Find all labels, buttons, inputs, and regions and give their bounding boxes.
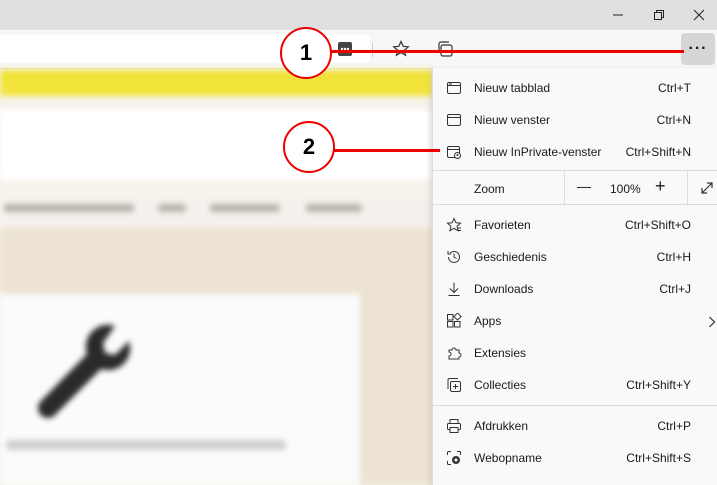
menu-item-collections[interactable]: Collecties Ctrl+Shift+Y [433,368,717,400]
menu-item-downloads[interactable]: Downloads Ctrl+J [433,272,717,304]
menu-item-shortcut: Ctrl+N [656,113,691,127]
menu-item-label: Geschiedenis [474,250,547,264]
menu-item-history[interactable]: Geschiedenis Ctrl+H [433,240,717,272]
new-window-icon [445,111,463,129]
page-card-text [6,440,286,450]
menu-item-label: Apps [474,314,502,328]
zoom-separator [687,171,688,204]
page-nav [0,194,432,226]
settings-menu: Nieuw tabblad Ctrl+T Nieuw venster Ctrl+… [432,68,717,485]
settings-more-button[interactable]: ··· [681,33,715,65]
favorites-star-icon[interactable] [388,36,414,62]
download-icon [445,280,463,298]
menu-item-label: Collecties [474,378,527,392]
zoom-label: Zoom [474,182,505,196]
minimize-icon[interactable] [600,0,636,30]
menu-item-apps[interactable]: Apps [433,304,717,336]
fullscreen-icon[interactable] [699,180,715,199]
menu-item-extensions[interactable]: Extensies [433,336,717,368]
menu-item-label: Afdrukken [474,419,529,433]
zoom-row: Zoom — 100% + [433,171,717,204]
page-header [0,110,432,180]
menu-item-new-window[interactable]: Nieuw venster Ctrl+N [433,103,717,135]
web-capture-icon [445,449,463,467]
menu-item-label: Extensies [474,346,527,360]
menu-item-new-tab[interactable]: Nieuw tabblad Ctrl+T [433,71,717,103]
extensions-icon [445,344,463,362]
page-card [0,294,360,485]
inprivate-icon [445,143,463,161]
menu-item-shortcut: Ctrl+H [656,250,691,264]
new-tab-icon [445,79,463,97]
menu-item-shortcut: Ctrl+Shift+S [626,451,691,465]
menu-item-new-inprivate[interactable]: Nieuw InPrivate-venster Ctrl+Shift+N [433,135,717,167]
zoom-in-button[interactable]: + [655,176,666,197]
zoom-separator [564,171,565,204]
title-bar [0,0,717,30]
menu-item-shortcut: Ctrl+Shift+N [625,145,691,159]
zoom-out-button[interactable]: — [577,178,591,194]
zoom-value: 100% [610,182,641,196]
menu-item-print[interactable]: Afdrukken Ctrl+P [433,409,717,441]
close-icon[interactable] [681,0,717,30]
page-banner [0,70,432,96]
menu-divider [433,204,717,205]
callout-2-marker: 2 [283,121,335,173]
menu-item-shortcut: Ctrl+J [659,282,691,296]
callout-1-marker: 1 [280,27,332,79]
history-icon [445,248,463,266]
menu-item-label: Nieuw tabblad [474,81,551,95]
menu-item-label: Webopname [474,451,542,465]
menu-divider [433,405,717,406]
callout-1-line [328,50,684,53]
collections-icon[interactable] [432,36,458,62]
menu-item-shortcut: Ctrl+T [658,81,691,95]
menu-item-label: Nieuw venster [474,113,551,127]
menu-item-shortcut: Ctrl+P [657,419,691,433]
menu-item-shortcut: Ctrl+Shift+O [624,218,691,232]
restore-icon[interactable] [641,0,677,30]
favorites-icon [445,216,463,234]
wrench-icon [38,324,131,418]
menu-item-label: Favorieten [474,218,531,232]
printer-icon [445,417,463,435]
reader-icon[interactable] [332,36,358,62]
menu-item-label: Nieuw InPrivate-venster [474,145,602,159]
chevron-right-icon [708,316,716,331]
menu-item-web-capture[interactable]: Webopname Ctrl+Shift+S [433,441,717,473]
collections-icon [445,376,463,394]
menu-item-shortcut: Ctrl+Shift+Y [626,378,691,392]
web-page-background [0,68,432,485]
apps-icon [445,312,463,330]
menu-item-label: Downloads [474,282,534,296]
menu-item-favorites[interactable]: Favorieten Ctrl+Shift+O [433,208,717,240]
callout-2-line [334,149,440,152]
